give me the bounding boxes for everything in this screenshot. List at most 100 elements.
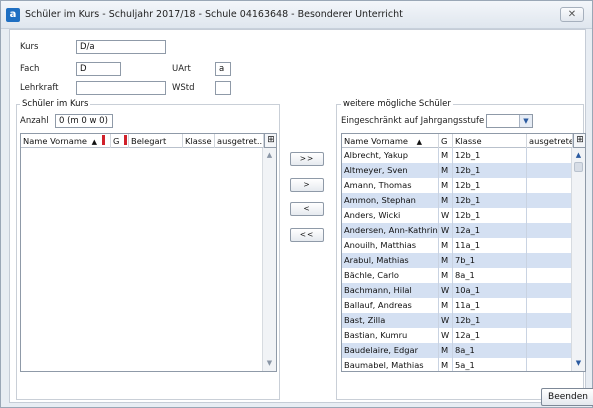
cell-ausgetreten [527,148,573,163]
add-one-button[interactable]: > [290,178,324,192]
cell-name: Baumabel, Mathias [342,358,439,371]
column-header-belegart[interactable]: Belegart [129,134,183,148]
cell-klasse: 12b_1 [453,178,527,193]
cell-name: Arabul, Mathias [342,253,439,268]
cell-klasse: 12b_1 [453,313,527,328]
column-header-g-label: G [441,136,448,146]
table-row[interactable]: Anders, Wicki W 12b_1 [342,208,573,223]
close-icon[interactable]: ✕ [560,7,584,22]
column-header-ausgetreten-label: ausgetreten [529,136,572,146]
table-row[interactable]: Bast, Zilla W 12b_1 [342,313,573,328]
table-row[interactable]: Arabul, Mathias M 7b_1 [342,253,573,268]
cell-klasse: 7b_1 [453,253,527,268]
cell-g: M [439,148,453,163]
scroll-up-icon[interactable]: ▲ [264,150,275,161]
cell-g: W [439,283,453,298]
column-header-klasse-label: Klasse [455,136,482,146]
cell-ausgetreten [527,223,573,238]
cell-ausgetreten [527,298,573,313]
add-all-button[interactable]: >> [290,152,324,166]
kurs-field[interactable]: D/a [76,40,166,54]
cell-name: Bächle, Carlo [342,268,439,283]
column-config-icon[interactable]: ⊞ [573,134,585,148]
column-header-g-label: G [113,136,120,146]
cell-klasse: 12b_1 [453,208,527,223]
table-row[interactable]: Anouilh, Matthias M 11a_1 [342,238,573,253]
lehrkraft-field[interactable] [76,81,166,95]
table-row[interactable]: Baudelaire, Edgar M 8a_1 [342,343,573,358]
cell-name: Baudelaire, Edgar [342,343,439,358]
table-row[interactable]: Albrecht, Yakup M 12b_1 [342,148,573,163]
sort-ascending-icon: ▲ [416,138,423,146]
remove-all-button[interactable]: << [290,228,324,242]
column-config-icon[interactable]: ⊞ [264,134,276,148]
scroll-down-icon[interactable]: ▼ [573,358,584,369]
column-header-klasse[interactable]: Klasse [183,134,215,148]
cell-ausgetreten [527,208,573,223]
scroll-thumb[interactable] [574,162,583,172]
column-header-ausgetreten[interactable]: ausgetreten [527,134,573,148]
cell-g: W [439,328,453,343]
table-row[interactable]: Bastian, Kumru W 12a_1 [342,328,573,343]
cell-g: M [439,298,453,313]
table-row[interactable]: Ballauf, Andreas M 11a_1 [342,298,573,313]
beenden-button[interactable]: Beenden [541,388,593,406]
table-row[interactable]: Andersen, Ann-Kathrin W 12a_1 [342,223,573,238]
cell-name: Bastian, Kumru [342,328,439,343]
column-header-belegart-label: Belegart [131,136,167,146]
cell-ausgetreten [527,178,573,193]
cell-ausgetreten [527,163,573,178]
cell-g: M [439,193,453,208]
right-scrollbar[interactable]: ▲ ▼ [571,148,585,371]
column-header-name[interactable]: Name Vorname ▲ [21,134,111,148]
chevron-down-icon[interactable]: ▼ [519,115,532,127]
wstd-label: WStd [172,83,195,93]
cell-klasse: 11a_1 [453,298,527,313]
wstd-field[interactable] [215,81,231,95]
cell-name: Amann, Thomas [342,178,439,193]
column-header-klasse[interactable]: Klasse [453,134,527,148]
cell-g: M [439,358,453,371]
cell-name: Albrecht, Yakup [342,148,439,163]
column-header-name[interactable]: Name Vorname ▲ [342,134,439,148]
students-in-course-table[interactable]: Name Vorname ▲ G Belegart Klasse ausgetr… [20,133,277,372]
column-header-ausgetreten[interactable]: ausgetret... [215,134,264,148]
dialog-window: a Schüler im Kurs - Schuljahr 2017/18 - … [0,0,593,408]
cell-klasse: 8a_1 [453,268,527,283]
title-bar[interactable]: a Schüler im Kurs - Schuljahr 2017/18 - … [1,1,592,29]
remove-one-button[interactable]: < [290,202,324,216]
column-header-g[interactable]: G [111,134,129,148]
left-scrollbar[interactable]: ▲ ▼ [262,148,276,371]
column-marker-icon [124,135,128,145]
cell-klasse: 11a_1 [453,238,527,253]
fach-field[interactable]: D [76,62,121,76]
cell-klasse: 5a_1 [453,358,527,371]
table-row[interactable]: Bächle, Carlo M 8a_1 [342,268,573,283]
app-icon: a [6,8,20,22]
sort-ascending-icon: ▲ [91,138,98,146]
table-row[interactable]: Amann, Thomas M 12b_1 [342,178,573,193]
column-header-klasse-label: Klasse [185,136,212,146]
cell-ausgetreten [527,313,573,328]
uart-field[interactable]: a [215,62,231,76]
table-row[interactable]: Baumabel, Mathias M 5a_1 [342,358,573,371]
cell-name: Anders, Wicki [342,208,439,223]
jahrgangsstufe-select[interactable]: ▼ [486,114,533,128]
cell-g: M [439,238,453,253]
column-header-g[interactable]: G [439,134,453,148]
scroll-up-icon[interactable]: ▲ [573,150,584,161]
possible-students-table[interactable]: Name Vorname ▲ G Klasse ausgetreten ⊞ Al… [341,133,586,372]
cell-ausgetreten [527,343,573,358]
scroll-down-icon[interactable]: ▼ [264,358,275,369]
cell-ausgetreten [527,193,573,208]
cell-klasse: 12b_1 [453,148,527,163]
lehrkraft-label: Lehrkraft [20,83,59,93]
table-row[interactable]: Bachmann, Hilal W 10a_1 [342,283,573,298]
cell-g: W [439,208,453,223]
table-row[interactable]: Ammon, Stephan M 12b_1 [342,193,573,208]
cell-klasse: 12a_1 [453,328,527,343]
cell-klasse: 10a_1 [453,283,527,298]
cell-name: Anouilh, Matthias [342,238,439,253]
cell-name: Altmeyer, Sven [342,163,439,178]
table-row[interactable]: Altmeyer, Sven M 12b_1 [342,163,573,178]
